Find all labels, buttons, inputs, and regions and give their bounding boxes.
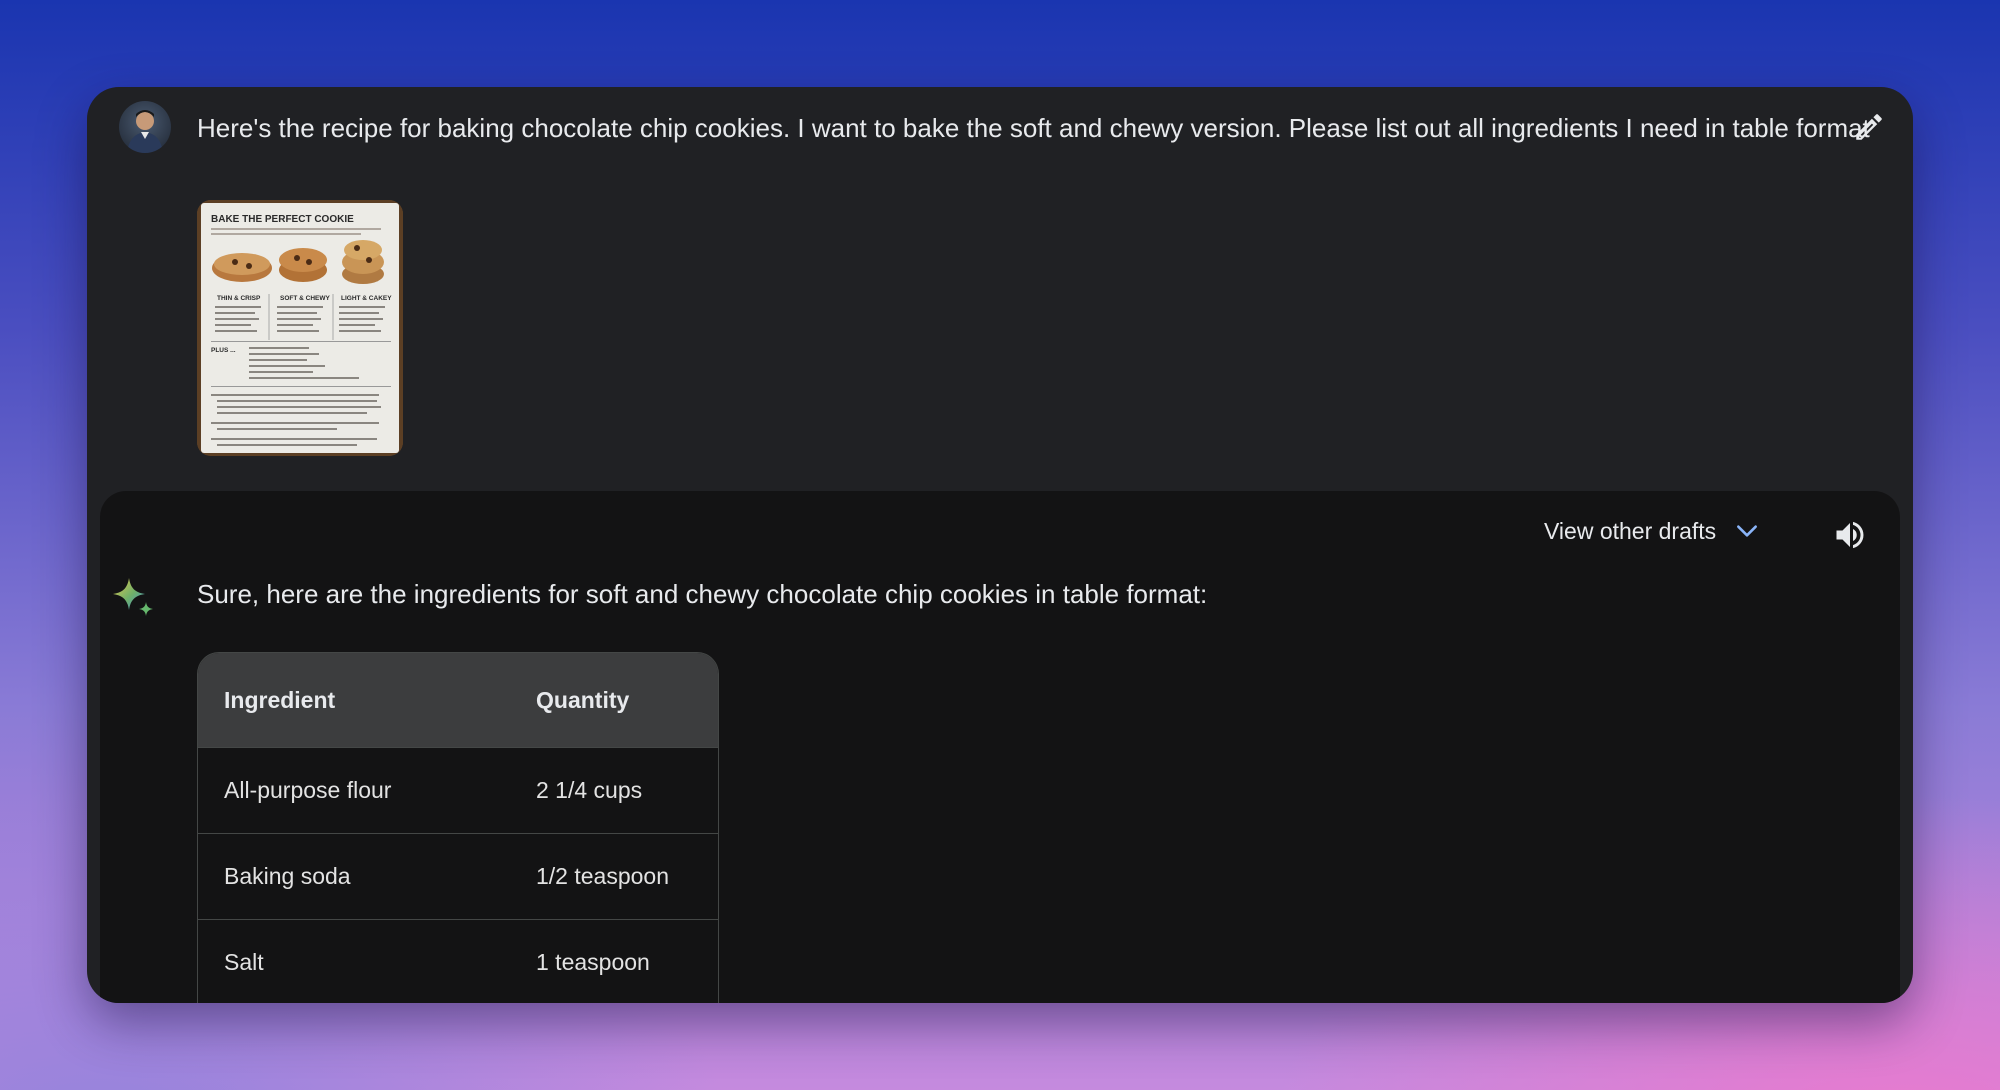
attachment-col-1: THIN & CRISP	[217, 295, 261, 302]
user-prompt: Here's the recipe for baking chocolate c…	[197, 113, 1870, 143]
assistant-answer-text: Sure, here are the ingredients for soft …	[197, 579, 1208, 609]
quantity-cell: 1 teaspoon	[510, 919, 718, 1003]
ingredient-cell: Baking soda	[198, 833, 510, 920]
recipe-image-attachment[interactable]: BAKE THE PERFECT COOKIE THIN & CRISP SOF…	[197, 200, 403, 456]
conversation-card: Here's the recipe for baking chocolate c…	[87, 87, 1913, 1003]
pencil-icon	[1856, 114, 1882, 140]
avatar	[119, 101, 171, 153]
assistant-response: View other drafts Sure, here are the ing…	[100, 491, 1900, 1003]
chevron-down-icon	[1737, 525, 1758, 537]
attachment-col-3: LIGHT & CAKEY	[341, 295, 392, 302]
view-other-drafts-button[interactable]: View other drafts	[1544, 509, 1760, 553]
read-aloud-button[interactable]	[1830, 515, 1870, 555]
column-header-ingredient: Ingredient	[198, 653, 510, 748]
ingredient-cell: Salt	[198, 919, 510, 1003]
speaker-icon	[1836, 521, 1864, 549]
ingredients-table: Ingredient Quantity All-purpose flour 2 …	[197, 652, 719, 1003]
table-row: Salt 1 teaspoon	[198, 919, 718, 1003]
view-other-drafts-label: View other drafts	[1544, 517, 1717, 544]
table-header-row: Ingredient Quantity	[198, 653, 718, 748]
quantity-cell: 1/2 teaspoon	[510, 833, 718, 920]
attachment-title: BAKE THE PERFECT COOKIE	[211, 214, 354, 225]
ingredient-cell: All-purpose flour	[198, 747, 510, 834]
sparkle-icon	[113, 578, 153, 616]
attachment-plus: PLUS ...	[211, 347, 236, 354]
column-header-quantity: Quantity	[510, 653, 718, 748]
table-row: Baking soda 1/2 teaspoon	[198, 833, 718, 920]
quantity-cell: 2 1/4 cups	[510, 747, 718, 834]
attachment-col-2: SOFT & CHEWY	[280, 295, 330, 302]
table-row: All-purpose flour 2 1/4 cups	[198, 747, 718, 834]
edit-prompt-button[interactable]	[1847, 105, 1891, 149]
